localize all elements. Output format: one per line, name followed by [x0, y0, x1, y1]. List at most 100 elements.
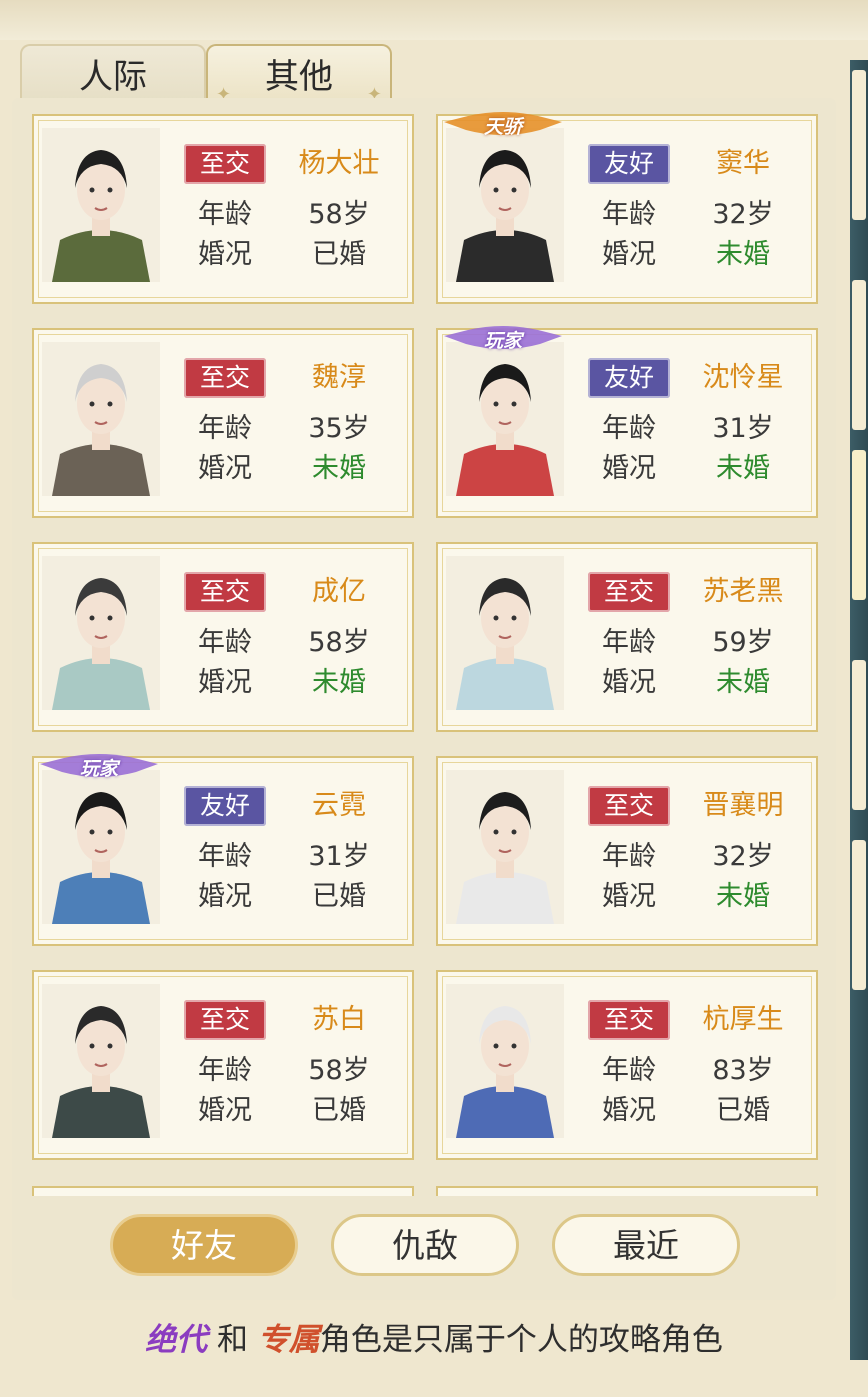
character-name: 云霓: [312, 790, 366, 821]
relation-badge: 至交: [588, 1000, 670, 1040]
title-ribbon: 玩家: [40, 752, 158, 786]
title-tag: 玩家: [483, 330, 522, 352]
marital-status: 已婚: [312, 881, 366, 912]
straw-hat-swordsman-portrait: [446, 770, 564, 924]
side-tab[interactable]: [852, 450, 866, 600]
friend-card[interactable]: 至交 苏白 年龄 58岁 婚况 已婚: [32, 970, 414, 1160]
age-label: 年龄: [602, 199, 656, 230]
bearded-man-portrait: [42, 128, 160, 282]
footer-connector: 和: [207, 1322, 258, 1358]
relation-badge: 至交: [184, 144, 266, 184]
woman-red-robe-portrait: [446, 342, 564, 496]
marital-label: 婚况: [198, 1095, 252, 1126]
recent-filter-button[interactable]: 最近: [552, 1214, 740, 1276]
marital-status: 未婚: [312, 453, 366, 484]
title-tag: 玩家: [79, 758, 118, 780]
age-value: 32岁: [712, 199, 774, 230]
marital-label: 婚况: [198, 881, 252, 912]
age-label: 年龄: [198, 1055, 252, 1086]
button-label: 最近: [613, 1226, 679, 1265]
tab-label: 人际: [79, 57, 147, 97]
age-value: 58岁: [308, 199, 370, 230]
age-value: 58岁: [308, 1055, 370, 1086]
friend-card[interactable]: 至交 成亿年龄 58岁婚况 未婚: [32, 542, 414, 732]
friend-card[interactable]: 友好 沈怜星 年龄 31岁 婚况 未婚 玩家: [436, 326, 818, 518]
keyword-exclusive: 专属: [257, 1322, 320, 1358]
relation-badge: 至交: [184, 1000, 266, 1040]
relation-badge: 至交: [588, 572, 670, 612]
list-item-partial[interactable]: [32, 1186, 414, 1196]
relation-badge: 友好: [588, 144, 670, 184]
tab-other[interactable]: ✦ 其他 ✦: [206, 44, 392, 105]
marital-status: 已婚: [312, 1095, 366, 1126]
side-panel-edge[interactable]: [850, 60, 868, 1360]
enemies-filter-button[interactable]: 仇敌: [331, 1214, 519, 1276]
marital-label: 婚况: [602, 1095, 656, 1126]
tab-label: 其他: [265, 57, 333, 97]
side-tab[interactable]: [852, 840, 866, 990]
marital-status: 已婚: [716, 1095, 770, 1126]
age-value: 83岁: [712, 1055, 774, 1086]
title-ribbon: 玩家: [444, 324, 562, 358]
character-name: 苏老黑: [702, 576, 784, 607]
age-label: 年龄: [198, 199, 252, 230]
marital-status: 已婚: [312, 239, 366, 270]
age-label: 年龄: [602, 627, 656, 658]
age-value: 31岁: [308, 841, 370, 872]
relation-badge: 友好: [184, 786, 266, 826]
age-value: 58岁: [308, 627, 370, 658]
friend-card[interactable]: 至交 苏老黑 年龄 59岁 婚况 未婚: [436, 542, 818, 732]
side-tab[interactable]: [852, 660, 866, 810]
button-label: 仇敌: [392, 1226, 458, 1265]
character-name: 杭厚生: [702, 1004, 784, 1035]
marital-label: 婚况: [198, 239, 252, 270]
friend-card[interactable]: 友好 窦华年龄 32岁婚况 未婚 天骄: [436, 112, 818, 304]
top-decor-strip: [0, 0, 868, 40]
character-name: 成亿: [312, 576, 366, 607]
tab-relations[interactable]: 人际: [20, 44, 206, 100]
age-label: 年龄: [198, 627, 252, 658]
age-value: 35岁: [308, 413, 370, 444]
scholar-portrait: [42, 984, 160, 1138]
marital-status: 未婚: [716, 453, 770, 484]
marital-status: 未婚: [716, 239, 770, 270]
age-label: 年龄: [198, 413, 252, 444]
character-name: 魏淳: [312, 362, 366, 393]
relation-badge: 至交: [184, 572, 266, 612]
side-tab[interactable]: [852, 280, 866, 430]
relation-badge: 至交: [588, 786, 670, 826]
marital-label: 婚况: [602, 667, 656, 698]
age-value: 59岁: [712, 627, 774, 658]
official-hat-portrait: [446, 556, 564, 710]
marital-status: 未婚: [716, 881, 770, 912]
woman-blue-robe-portrait: [42, 770, 160, 924]
friends-filter-button[interactable]: 好友: [110, 1214, 298, 1276]
keyword-peerless: 绝代: [145, 1322, 208, 1358]
footer-text: 角色是只属于个人的攻略角色: [319, 1322, 723, 1358]
friend-card[interactable]: 至交 魏淳 年龄 35岁 婚况 未婚: [32, 328, 414, 518]
marital-label: 婚况: [198, 667, 252, 698]
side-tab[interactable]: [852, 70, 866, 220]
marital-label: 婚况: [602, 453, 656, 484]
relation-badge: 友好: [588, 358, 670, 398]
age-label: 年龄: [602, 1055, 656, 1086]
friend-card[interactable]: 至交 杭厚生年龄 83岁婚况 已婚: [436, 970, 818, 1160]
character-name: 窦华: [716, 148, 770, 179]
marital-label: 婚况: [602, 239, 656, 270]
friend-card[interactable]: 至交 晋襄明 年龄 32岁 婚况 未婚: [436, 756, 818, 946]
friend-card[interactable]: 友好 云霓年龄 31岁婚况 已婚 玩家: [32, 754, 414, 946]
white-hair-elder-portrait: [446, 984, 564, 1138]
character-name: 杨大壮: [298, 148, 380, 179]
age-label: 年龄: [198, 841, 252, 872]
character-name: 沈怜星: [702, 362, 784, 393]
age-value: 32岁: [712, 841, 774, 872]
monk-portrait: [42, 342, 160, 496]
friend-card[interactable]: 至交 杨大壮年龄 58岁婚况 已婚: [32, 114, 414, 304]
age-value: 31岁: [712, 413, 774, 444]
marital-label: 婚况: [198, 453, 252, 484]
marital-status: 未婚: [312, 667, 366, 698]
age-label: 年龄: [602, 841, 656, 872]
list-item-partial[interactable]: [436, 1186, 818, 1196]
title-tag: 天骄: [483, 116, 522, 138]
button-label: 好友: [171, 1226, 237, 1265]
